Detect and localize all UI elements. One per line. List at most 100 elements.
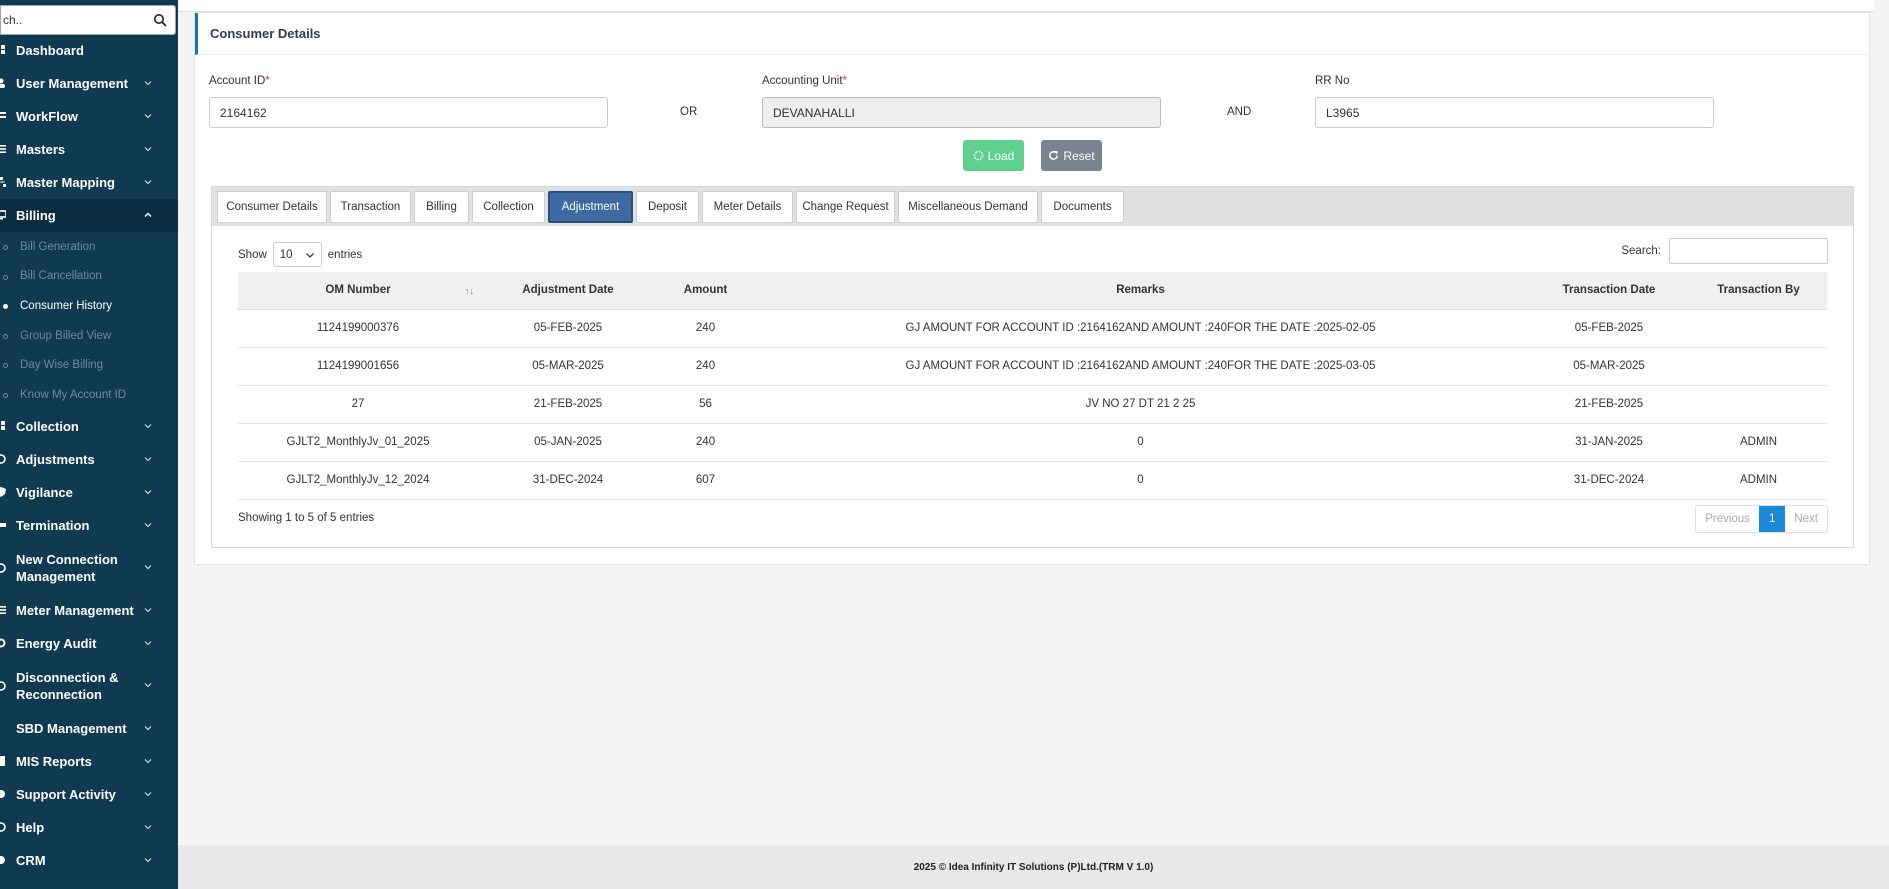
account-id-input[interactable]: 2164162 — [209, 97, 608, 128]
sidebar-sub-bill-cancellation[interactable]: Bill Cancellation — [0, 262, 178, 292]
column-header-transaction-date[interactable]: Transaction Date — [1528, 272, 1690, 310]
chevron-down-icon — [144, 180, 152, 185]
sidebar-sub-consumer-history[interactable]: Consumer History — [0, 291, 178, 321]
chevron-down-icon — [144, 564, 152, 569]
gears-icon — [0, 638, 6, 648]
and-separator: AND — [1227, 106, 1252, 118]
sidebar-item-label: Master Mapping — [16, 175, 115, 190]
sidebar-item-workflow[interactable]: WorkFlow — [0, 100, 178, 133]
search-icon[interactable] — [153, 13, 167, 27]
tab-meter-details[interactable]: Meter Details — [702, 191, 793, 223]
sidebar-item-sbd-management[interactable]: SBD Management — [0, 712, 178, 745]
sidebar-item-vigilance[interactable]: Vigilance — [0, 476, 178, 509]
cell-adjustment-date: 05-JAN-2025 — [478, 423, 658, 462]
tab-collection[interactable]: Collection — [472, 191, 545, 223]
sidebar-item-label: Meter Management — [16, 602, 134, 618]
sidebar-item-termination[interactable]: Termination — [0, 509, 178, 542]
sidebar-item-energy-audit[interactable]: Energy Audit — [0, 627, 178, 660]
chevron-down-icon — [144, 147, 152, 152]
sidebar-sub-label: Bill Cancellation — [20, 270, 102, 283]
dashboard-icon — [1, 45, 5, 54]
workflow-icon — [0, 112, 6, 118]
cell-adjustment-date: 05-MAR-2025 — [478, 347, 658, 386]
sidebar-item-crm[interactable]: CRM — [0, 844, 178, 877]
chevron-down-icon — [144, 489, 152, 494]
sidebar-item-collection[interactable]: Collection — [0, 410, 178, 443]
sidebar-sub-day-wise-billing[interactable]: Day Wise Billing — [0, 350, 178, 380]
sidebar-menu: Dashboard User Management WorkFlow Maste… — [0, 34, 178, 877]
footer: 2025 © Idea Infinity IT Solutions (P)Ltd… — [178, 845, 1889, 889]
required-marker: * — [265, 75, 270, 87]
table-row: 1124199000376 05-FEB-2025 240 GJ AMOUNT … — [238, 309, 1827, 348]
accounting-unit-label-text: Accounting Unit — [762, 75, 843, 87]
tab-consumer-details[interactable]: Consumer Details — [217, 191, 327, 223]
accounting-unit-select[interactable]: DEVANAHALLI — [762, 97, 1161, 128]
sidebar-sub-bill-generation[interactable]: Bill Generation — [0, 232, 178, 262]
search-label: Search: — [1621, 245, 1661, 257]
sidebar-item-support-activity[interactable]: Support Activity — [0, 778, 178, 811]
sidebar-item-meter-management[interactable]: Meter Management — [0, 594, 178, 627]
tab-deposit[interactable]: Deposit — [636, 191, 699, 223]
page-size-select[interactable]: 10 — [272, 242, 322, 267]
tab-documents[interactable]: Documents — [1041, 191, 1124, 223]
column-header-remarks[interactable]: Remarks — [753, 272, 1528, 310]
column-header-om-number[interactable]: OM Number ↑↓ — [238, 272, 478, 310]
sidebar-item-mis-reports[interactable]: MIS Reports — [0, 745, 178, 778]
bullet-icon — [3, 363, 8, 369]
sidebar-item-label: Billing — [16, 208, 56, 223]
sidebar-item-masters[interactable]: Masters — [0, 133, 178, 166]
next-page-button[interactable]: Next — [1785, 506, 1827, 532]
cell-transaction-date: 21-FEB-2025 — [1528, 385, 1690, 424]
sidebar-item-new-connection-management[interactable]: New Connection Management — [0, 542, 178, 594]
sidebar-sub-know-my-account-id[interactable]: Know My Account ID — [0, 380, 178, 410]
cell-transaction-date: 31-JAN-2025 — [1528, 423, 1690, 462]
page-button-current[interactable]: 1 — [1758, 506, 1786, 532]
plug-icon — [0, 562, 6, 573]
sidebar-item-user-management[interactable]: User Management — [0, 67, 178, 100]
column-header-label: OM Number — [325, 284, 391, 297]
load-button[interactable]: Load — [963, 140, 1024, 171]
sidebar-item-dashboard[interactable]: Dashboard — [0, 34, 178, 67]
cell-amount: 240 — [658, 423, 753, 462]
chevron-down-icon — [144, 758, 152, 763]
sidebar-item-label: Dashboard — [16, 43, 84, 58]
column-header-adjustment-date[interactable]: Adjustment Date — [478, 272, 658, 310]
sidebar-item-label: MIS Reports — [16, 753, 92, 769]
sidebar-sub-label: Day Wise Billing — [20, 359, 104, 372]
sidebar-item-help[interactable]: Help — [0, 811, 178, 844]
rr-no-label: RR No — [1315, 75, 1350, 87]
sidebar-item-adjustments[interactable]: Adjustments — [0, 443, 178, 476]
bullet-icon — [3, 304, 8, 310]
tab-transaction[interactable]: Transaction — [330, 191, 411, 223]
reset-button-label: Reset — [1063, 148, 1095, 163]
sidebar-item-label: Energy Audit — [16, 635, 97, 651]
chevron-up-icon — [144, 212, 152, 217]
table-search-input[interactable] — [1669, 238, 1828, 264]
sidebar-item-billing[interactable]: Billing — [0, 199, 178, 232]
rr-no-input[interactable]: L3965 — [1315, 97, 1714, 128]
sidebar-item-label: WorkFlow — [16, 109, 78, 124]
previous-page-button[interactable]: Previous — [1696, 506, 1759, 532]
sidebar-item-master-mapping[interactable]: Master Mapping — [0, 166, 178, 199]
chevron-down-icon — [144, 640, 152, 645]
tab-adjustment[interactable]: Adjustment — [548, 191, 633, 223]
sidebar-item-label: Masters — [16, 142, 66, 157]
column-header-amount[interactable]: Amount — [658, 272, 753, 310]
account-id-label: Account ID* — [209, 75, 270, 87]
reset-button[interactable]: Reset — [1041, 140, 1102, 171]
table-row: GJLT2_MonthlyJv_01_2025 05-JAN-2025 240 … — [238, 423, 1827, 462]
tab-miscellaneous-demand[interactable]: Miscellaneous Demand — [898, 191, 1038, 223]
column-header-transaction-by[interactable]: Transaction By — [1690, 272, 1827, 310]
table-row: GJLT2_MonthlyJv_12_2024 31-DEC-2024 607 … — [238, 461, 1827, 500]
pagination: Previous 1 Next — [1695, 505, 1828, 533]
crm-icon — [0, 855, 5, 864]
cell-remarks: GJ AMOUNT FOR ACCOUNT ID :2164162AND AMO… — [753, 347, 1528, 386]
cell-remarks: 0 — [753, 423, 1528, 462]
tab-billing[interactable]: Billing — [414, 191, 469, 223]
tab-change-request[interactable]: Change Request — [796, 191, 895, 223]
sidebar-search-input[interactable] — [1, 7, 151, 33]
sidebar-item-disconnection-reconnection[interactable]: Disconnection & Reconnection — [0, 660, 178, 712]
sidebar-sub-group-billed-view[interactable]: Group Billed View — [0, 321, 178, 351]
monitor-icon — [0, 210, 6, 220]
refresh-icon — [1049, 150, 1059, 160]
